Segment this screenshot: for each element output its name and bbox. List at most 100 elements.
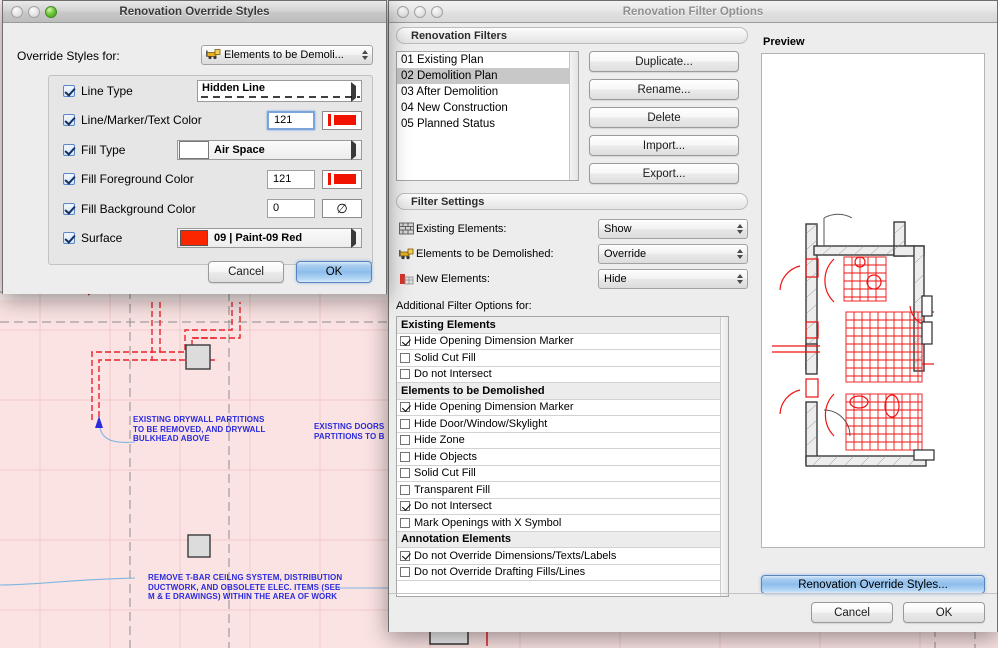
option-checkbox[interactable]	[400, 517, 410, 528]
import-button[interactable]: Import...	[589, 135, 739, 156]
color-swatch-fill-fg-color[interactable]	[322, 169, 362, 189]
option-checkbox-row[interactable]: Hide Door/Window/Skylight	[397, 416, 722, 433]
filter-cancel-label: Cancel	[834, 606, 870, 619]
option-checkbox[interactable]	[400, 402, 410, 413]
filter-setting-label: Elements to be Demolished:	[416, 247, 554, 260]
option-label: Elements to be Demolished	[401, 384, 545, 397]
surface-popup[interactable]: 09 | Paint-09 Red	[177, 228, 362, 249]
override-checkbox-line-type[interactable]	[63, 84, 75, 97]
filter-dialog-footer-buttons[interactable]: Cancel OK	[811, 602, 985, 623]
option-label: Do not Intersect	[414, 368, 492, 381]
options-list-scrollbar[interactable]	[720, 317, 728, 596]
renovation-filter-options-window[interactable]: Renovation Filter Options Renovation Fil…	[388, 0, 998, 632]
option-checkbox-row[interactable]: Do not Override Dimensions/Texts/Labels	[397, 548, 722, 565]
option-checkbox[interactable]	[400, 567, 410, 578]
color-swatch-line-color[interactable]	[322, 110, 362, 130]
option-checkbox[interactable]	[400, 468, 410, 479]
option-label: Hide Objects	[414, 450, 477, 463]
filter-settings-rows[interactable]: Existing Elements: Show Elements to be Dem…	[396, 216, 748, 291]
new-element-icon	[396, 272, 416, 285]
hidden-line-preview	[201, 95, 360, 98]
override-row-line-type: Line Type Hidden Line	[49, 76, 372, 106]
fill-type-value: Air Space	[214, 143, 265, 156]
filter-setting-popup[interactable]: Show	[598, 218, 748, 239]
fill-pattern-swatch	[179, 140, 209, 159]
filters-list-body[interactable]: 01 Existing Plan 02 Demolition Plan 03 Aft…	[397, 52, 578, 132]
duplicate-button[interactable]: Duplicate...	[589, 51, 739, 72]
filter-list-item[interactable]: 03 After Demolition	[397, 84, 578, 100]
additional-filter-options-list[interactable]: Existing Elements Hide Opening Dimension …	[396, 316, 729, 597]
option-checkbox[interactable]	[400, 484, 410, 495]
plan-object-box-1	[185, 344, 211, 370]
filter-action-buttons[interactable]: Duplicate... Rename... Delete Import... Expo…	[589, 51, 739, 184]
option-label: Solid Cut Fill	[414, 351, 476, 364]
export-button[interactable]: Export...	[589, 163, 739, 184]
filter-list-item[interactable]: 02 Demolition Plan	[397, 68, 578, 84]
option-checkbox-row[interactable]: Solid Cut Fill	[397, 465, 722, 482]
option-checkbox[interactable]	[400, 451, 410, 462]
option-checkbox-row[interactable]: Mark Openings with X Symbol	[397, 515, 722, 532]
filter-list-item[interactable]: 01 Existing Plan	[397, 52, 578, 68]
transparent-color-swatch[interactable]: ∅	[322, 199, 362, 219]
override-checkbox-surface[interactable]	[63, 232, 75, 245]
option-checkbox[interactable]	[400, 435, 410, 446]
renovation-override-styles-window[interactable]: Renovation Override Styles Override Styl…	[2, 0, 387, 294]
option-checkbox-row[interactable]: Do not Intersect	[397, 366, 722, 383]
filter-ok-button[interactable]: OK	[903, 602, 985, 623]
override-row-fill-type: Fill Type Air Space	[49, 135, 372, 165]
option-checkbox-row[interactable]: Solid Cut Fill	[397, 350, 722, 367]
chevron-right-icon	[351, 139, 356, 160]
options-group-header: Annotation Elements	[397, 531, 722, 548]
option-checkbox[interactable]	[400, 418, 410, 429]
filter-setting-popup[interactable]: Override	[598, 243, 748, 264]
option-checkbox-row[interactable]: Hide Opening Dimension Marker	[397, 399, 722, 416]
override-window-titlebar[interactable]: Renovation Override Styles	[3, 1, 386, 23]
option-checkbox[interactable]	[400, 352, 410, 363]
option-checkbox-row[interactable]: Hide Objects	[397, 449, 722, 466]
fill-type-popup[interactable]: Air Space	[177, 139, 362, 160]
color-index-field-fill-bg-color[interactable]: 0	[267, 199, 315, 219]
pen-color-bar	[334, 174, 356, 185]
footer-divider	[389, 593, 997, 594]
brick-wall-icon	[396, 222, 416, 235]
delete-button[interactable]: Delete	[589, 107, 739, 128]
override-checkbox-line-color[interactable]	[63, 114, 75, 127]
override-dialog-footer-buttons[interactable]: Cancel OK	[208, 261, 372, 283]
option-checkbox[interactable]	[400, 501, 410, 512]
color-index-field-line-color[interactable]: 121	[267, 110, 315, 130]
override-ok-button[interactable]: OK	[296, 261, 372, 283]
override-rows[interactable]: Line Type Hidden Line Line/Marker/Text Col…	[49, 76, 372, 253]
renovation-filters-list[interactable]: 01 Existing Plan 02 Demolition Plan 03 Aft…	[396, 51, 579, 181]
option-checkbox-row[interactable]: Hide Opening Dimension Marker	[397, 333, 722, 350]
option-checkbox[interactable]	[400, 369, 410, 380]
anno-ceiling: REMOVE T-BAR CEILNG SYSTEM, DISTRIBUTION…	[148, 573, 343, 601]
filter-list-item[interactable]: 04 New Construction	[397, 100, 578, 116]
line-type-popup[interactable]: Hidden Line	[197, 79, 362, 102]
filter-setting-value: Override	[604, 247, 647, 260]
option-checkbox-row[interactable]: Do not Override Drafting Fills/Lines	[397, 564, 722, 581]
filters-list-scrollbar[interactable]	[569, 52, 578, 180]
option-checkbox-row[interactable]: Hide Zone	[397, 432, 722, 449]
override-cancel-button[interactable]: Cancel	[208, 261, 284, 283]
option-checkbox-row[interactable]: Transparent Fill	[397, 482, 722, 499]
filter-setting-popup[interactable]: Hide	[598, 268, 748, 289]
override-styles-button-label: Renovation Override Styles...	[798, 578, 948, 591]
override-checkbox-fill-bg-color[interactable]	[63, 202, 75, 215]
option-label: Hide Opening Dimension Marker	[414, 335, 574, 348]
override-checkbox-fill-fg-color[interactable]	[63, 173, 75, 186]
option-checkbox[interactable]	[400, 336, 410, 347]
option-checkbox[interactable]	[400, 550, 410, 561]
options-list-body[interactable]: Existing Elements Hide Opening Dimension …	[397, 317, 722, 581]
override-checkbox-fill-type[interactable]	[63, 143, 75, 156]
color-index-field-fill-fg-color[interactable]: 121	[267, 169, 315, 189]
bulldozer-icon	[206, 48, 221, 63]
anno-drywall: EXISTING DRYWALL PARTITIONS TO BE REMOVE…	[133, 415, 266, 443]
override-target-popup[interactable]: Elements to be Demoli...	[201, 45, 373, 65]
renovation-override-styles-button[interactable]: Renovation Override Styles...	[761, 575, 985, 594]
filter-cancel-button[interactable]: Cancel	[811, 602, 893, 623]
rename-button[interactable]: Rename...	[589, 79, 739, 100]
filter-list-item[interactable]: 05 Planned Status	[397, 116, 578, 132]
demolition-hatch	[843, 256, 923, 451]
option-checkbox-row[interactable]: Do not Intersect	[397, 498, 722, 515]
filter-window-titlebar[interactable]: Renovation Filter Options	[389, 1, 997, 23]
